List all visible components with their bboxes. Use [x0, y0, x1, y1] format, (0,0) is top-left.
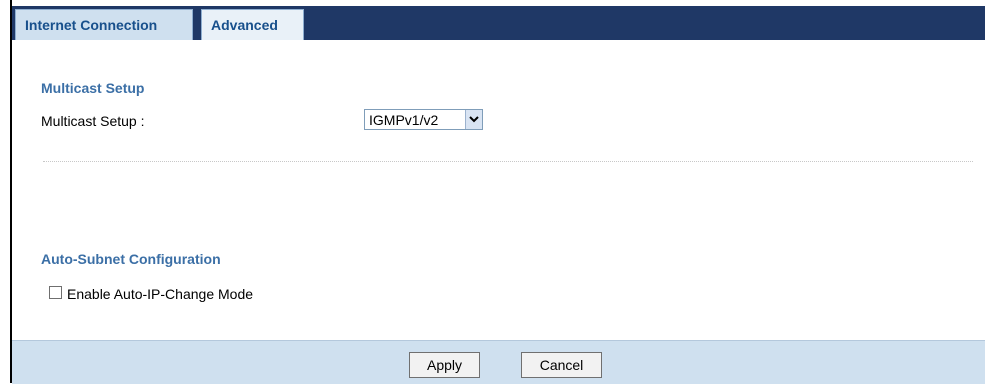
settings-panel: Internet Connection Advanced Multicast S… — [10, 0, 985, 384]
main-content: Multicast Setup Multicast Setup : IGMPv1… — [12, 40, 985, 340]
multicast-setup-value: IGMPv1/v2 — [369, 112, 439, 128]
auto-ip-change-checkbox[interactable] — [49, 286, 62, 299]
tab-bar: Internet Connection Advanced — [12, 6, 985, 40]
apply-button[interactable]: Apply — [409, 352, 480, 378]
auto-ip-change-label: Enable Auto-IP-Change Mode — [67, 286, 254, 302]
section-divider — [43, 161, 973, 162]
auto-subnet-section-title: Auto-Subnet Configuration — [41, 251, 221, 267]
chevron-down-icon[interactable] — [465, 110, 482, 129]
multicast-setup-label: Multicast Setup : — [41, 113, 145, 129]
tab-internet-connection[interactable]: Internet Connection — [15, 9, 193, 40]
multicast-section-title: Multicast Setup — [41, 80, 145, 96]
tab-advanced[interactable]: Advanced — [201, 9, 304, 40]
button-bar: Apply Cancel — [12, 340, 985, 384]
multicast-setup-select[interactable]: IGMPv1/v2 — [364, 109, 483, 130]
cancel-button[interactable]: Cancel — [521, 352, 602, 378]
